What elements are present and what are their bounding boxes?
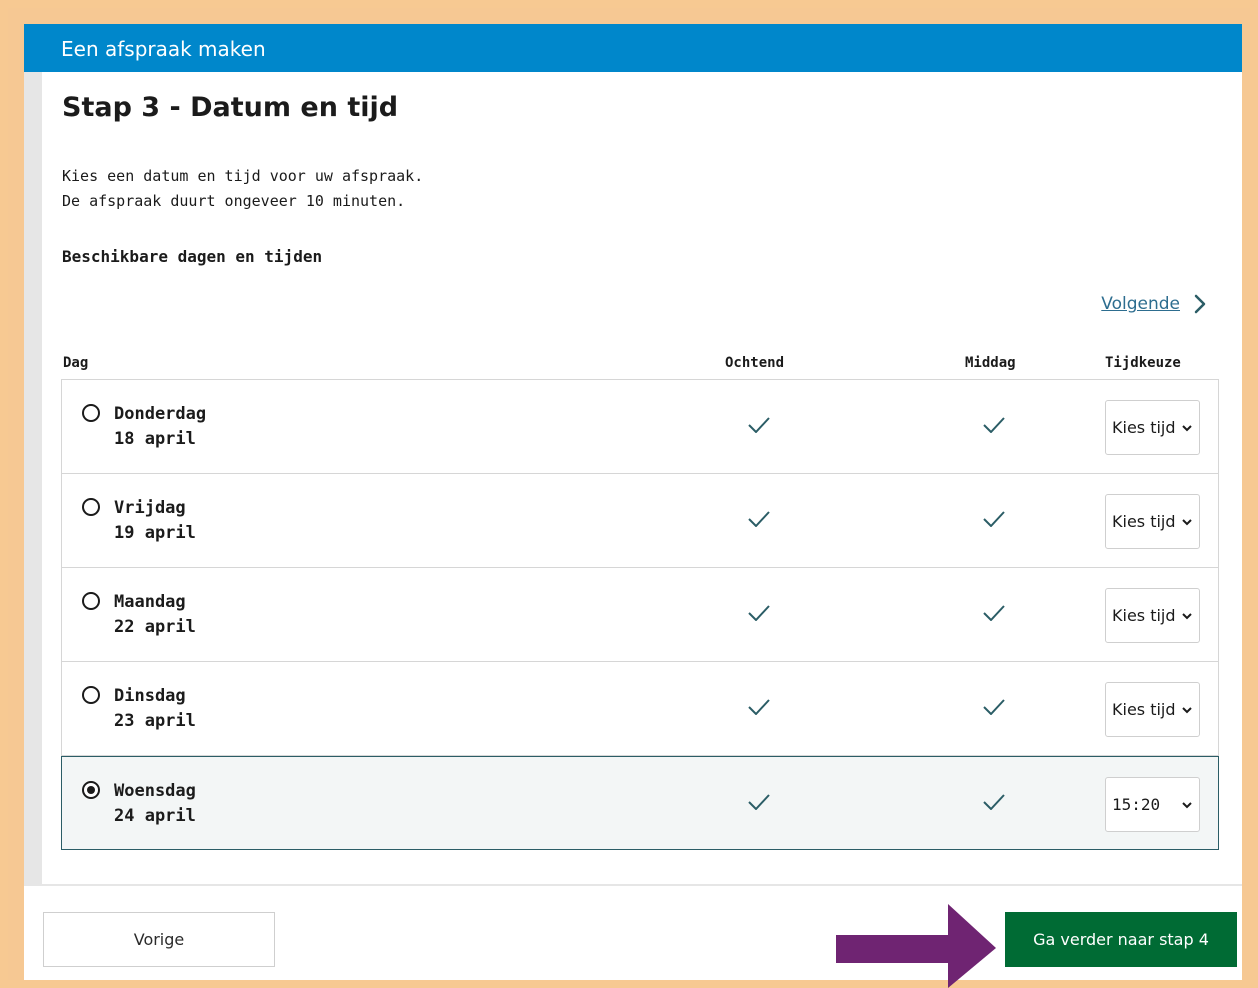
intro-line-1: Kies een datum en tijd voor uw afspraak. xyxy=(62,167,424,185)
day-name: Dinsdag xyxy=(114,686,186,706)
available-days-heading: Beschikbare dagen en tijden xyxy=(62,247,323,266)
time-select-value: Kies tijd xyxy=(1112,418,1176,437)
chevron-down-icon xyxy=(1182,707,1192,714)
time-select[interactable]: Kies tijd xyxy=(1105,588,1200,643)
table-row[interactable]: Donderdag 18 april Kies tijd xyxy=(61,379,1219,474)
checkmark-icon xyxy=(983,417,1005,433)
header-bar: Een afspraak maken xyxy=(24,24,1242,72)
checkmark-icon xyxy=(748,794,770,810)
next-week-link-label[interactable]: Volgende xyxy=(1101,294,1180,314)
chevron-down-icon xyxy=(1182,519,1192,526)
table-row[interactable]: Dinsdag 23 april Kies tijd xyxy=(61,662,1219,756)
chevron-down-icon xyxy=(1182,425,1192,432)
previous-button[interactable]: Vorige xyxy=(43,912,275,967)
annotation-arrow-icon xyxy=(836,904,996,988)
time-select-value: Kies tijd xyxy=(1112,512,1176,531)
day-name: Maandag xyxy=(114,592,186,612)
table-row-selected[interactable]: Woensdag 24 april 15:20 xyxy=(61,756,1219,850)
chevron-right-icon[interactable] xyxy=(1194,294,1206,314)
time-select[interactable]: Kies tijd xyxy=(1105,494,1200,549)
continue-button-label[interactable]: Ga verder naar stap 4 xyxy=(1033,930,1209,949)
checkmark-icon xyxy=(748,417,770,433)
day-date: 22 april xyxy=(114,617,196,637)
column-header-morning: Ochtend xyxy=(725,355,785,371)
left-rail xyxy=(24,72,42,884)
previous-button-label[interactable]: Vorige xyxy=(134,930,185,949)
day-name: Woensdag xyxy=(114,781,196,801)
appointment-panel: Een afspraak maken Stap 3 - Datum en tij… xyxy=(24,24,1242,980)
checkmark-icon xyxy=(983,794,1005,810)
checkmark-icon xyxy=(748,511,770,527)
day-radio[interactable] xyxy=(82,686,100,704)
chevron-down-icon xyxy=(1182,613,1192,620)
day-name: Donderdag xyxy=(114,404,207,424)
checkmark-icon xyxy=(983,511,1005,527)
day-date: 18 april xyxy=(114,429,196,449)
intro-text: Kies een datum en tijd voor uw afspraak.… xyxy=(62,164,423,214)
checkmark-icon xyxy=(748,605,770,621)
table-row[interactable]: Vrijdag 19 april Kies tijd xyxy=(61,474,1219,568)
day-radio[interactable] xyxy=(82,592,100,610)
checkmark-icon xyxy=(983,605,1005,621)
footer-divider xyxy=(24,884,1242,886)
time-select-value: Kies tijd xyxy=(1112,606,1176,625)
day-name: Vrijdag xyxy=(114,498,186,518)
time-select-value: 15:20 xyxy=(1112,795,1161,814)
checkmark-icon xyxy=(748,699,770,715)
page-title: Stap 3 - Datum en tijd xyxy=(62,92,399,123)
chevron-down-icon xyxy=(1182,802,1192,809)
column-header-afternoon: Middag xyxy=(965,355,1016,371)
day-radio-checked[interactable] xyxy=(82,781,100,799)
continue-to-step-4-button[interactable]: Ga verder naar stap 4 xyxy=(1005,912,1237,967)
next-week-link[interactable]: Volgende xyxy=(1101,294,1206,314)
day-date: 24 april xyxy=(114,806,196,826)
time-select[interactable]: 15:20 xyxy=(1105,777,1200,832)
column-header-day: Dag xyxy=(63,355,89,371)
table-row[interactable]: Maandag 22 april Kies tijd xyxy=(61,568,1219,662)
checkmark-icon xyxy=(983,699,1005,715)
time-select-value: Kies tijd xyxy=(1112,700,1176,719)
day-radio[interactable] xyxy=(82,404,100,422)
day-date: 19 april xyxy=(114,523,196,543)
time-select[interactable]: Kies tijd xyxy=(1105,400,1200,455)
time-select[interactable]: Kies tijd xyxy=(1105,682,1200,737)
intro-line-2: De afspraak duurt ongeveer 10 minuten. xyxy=(62,192,406,210)
availability-table: Donderdag 18 april Kies tijd Vrijdag 19 … xyxy=(61,379,1219,850)
day-radio[interactable] xyxy=(82,498,100,516)
day-date: 23 april xyxy=(114,711,196,731)
column-header-time: Tijdkeuze xyxy=(1105,355,1181,371)
